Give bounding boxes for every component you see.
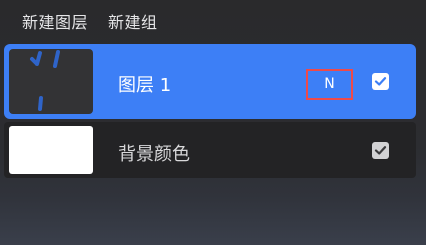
check-icon [374,77,387,86]
layer-name: 背景颜色 [118,144,190,165]
new-group-button[interactable]: 新建组 [108,9,158,33]
layer-visibility-checkbox[interactable] [372,73,389,90]
background-thumbnail[interactable] [9,126,93,174]
layer-name: 图层 1 [118,75,172,96]
layer-visibility-checkbox[interactable] [372,142,389,159]
layer-row-background-color[interactable]: 背景颜色 [4,122,416,178]
blend-mode-button[interactable]: N [306,69,353,100]
layer-row-layer-1[interactable]: 图层 1 N [4,44,416,119]
panel-header: 新建图层 新建组 [22,9,158,33]
new-layer-button[interactable]: 新建图层 [22,9,88,33]
layer-thumbnail[interactable] [9,49,93,114]
check-icon [374,146,387,155]
layer-thumbnail-strokes [30,50,60,111]
